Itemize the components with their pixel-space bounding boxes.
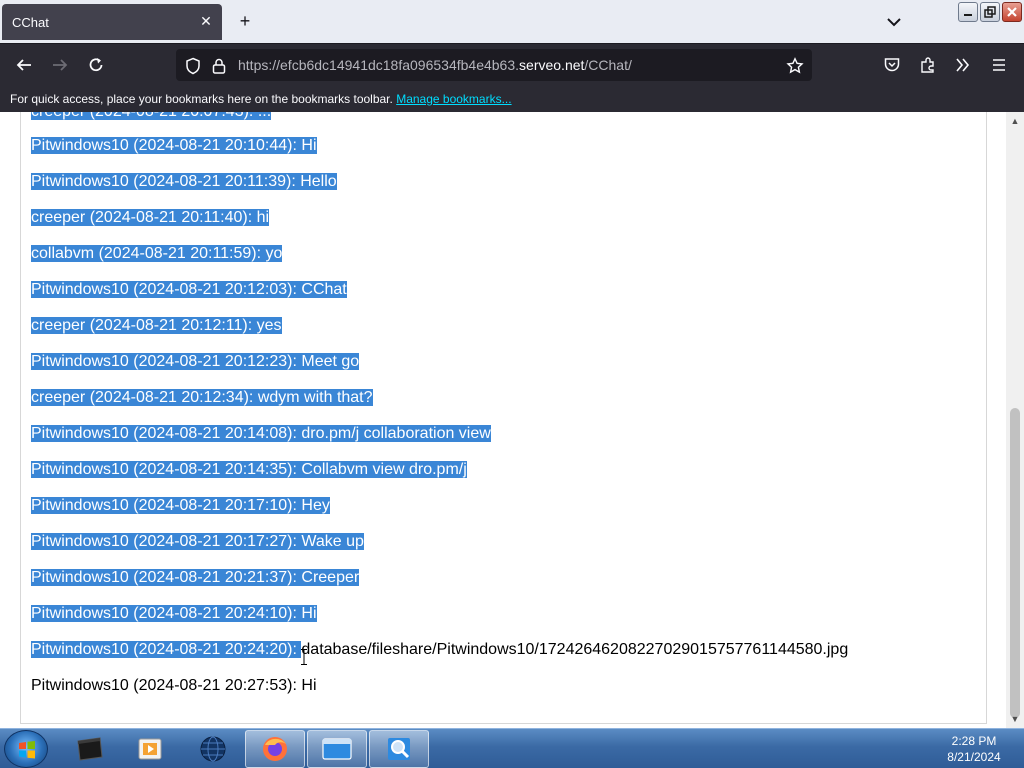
url-host: serveo.net [519, 57, 585, 73]
address-bar[interactable]: https://efcb6dc14941dc18fa096534fb4e4b63… [176, 49, 812, 81]
clock-date: 8/21/2024 [947, 750, 1001, 764]
chat-message-selected-text: Pitwindows10 (2024-08-21 20:10:44): Hi [31, 137, 317, 154]
chat-message: Pitwindows10 (2024-08-21 20:12:03): CCha… [31, 280, 347, 300]
chat-message-selected-text: Pitwindows10 (2024-08-21 20:12:03): CCha… [31, 281, 347, 298]
chat-message-selected-text: collabvm (2024-08-21 20:11:59): yo [31, 245, 283, 262]
scrollbar-thumb[interactable] [1010, 408, 1020, 718]
chat-message-selected-text: Pitwindows10 (2024-08-21 20:12:23): Meet… [31, 353, 360, 370]
close-window-icon[interactable] [1002, 2, 1022, 22]
chat-message-selected-text: Pitwindows10 (2024-08-21 20:14:08): dro.… [31, 425, 491, 442]
chat-message: Pitwindows10 (2024-08-21 20:27:53): Hi [31, 676, 317, 696]
chat-message-text: database/fileshare/Pitwindows10/17242646… [301, 641, 849, 658]
navigation-toolbar: https://efcb6dc14941dc18fa096534fb4e4b63… [0, 44, 1024, 86]
chat-message-selected-text: Pitwindows10 (2024-08-21 20:24:10): Hi [31, 605, 317, 622]
chat-message: Pitwindows10 (2024-08-21 20:14:35): Coll… [31, 460, 467, 480]
chat-message: Pitwindows10 (2024-08-21 20:24:10): Hi [31, 604, 317, 624]
lock-icon[interactable] [210, 57, 228, 75]
chat-message: Pitwindows10 (2024-08-21 20:17:27): Wake… [31, 532, 364, 552]
chat-message-selected-text: creeper (2024-08-21 20:12:11): yes [31, 317, 282, 334]
chat-message-selected-text: Pitwindows10 (2024-08-21 20:24:20): [31, 641, 302, 658]
terminal-icon[interactable] [60, 730, 120, 768]
scroll-down-arrow-icon[interactable]: ▼ [1010, 714, 1020, 724]
search-magnifier-icon[interactable] [369, 730, 429, 768]
minimize-icon[interactable] [958, 2, 978, 22]
chat-message-selected-text: Pitwindows10 (2024-08-21 20:17:10): Hey [31, 497, 330, 514]
chat-message: Pitwindows10 (2024-08-21 20:10:44): Hi [31, 136, 317, 156]
chat-message-partial: creeper (2024-08-21 20:07:43): ... [31, 112, 272, 122]
chat-message-text: Pitwindows10 (2024-08-21 20:27:53): Hi [31, 677, 317, 694]
chat-message: Pitwindows10 (2024-08-21 20:14:08): dro.… [31, 424, 491, 444]
tab-cchat[interactable]: CChat ✕ [2, 4, 222, 40]
taskbar: ▲ 2:28 PM 8/21/2024 [0, 728, 1024, 768]
clock-time: 2:28 PM [951, 734, 997, 748]
overflow-chevrons-icon[interactable] [952, 54, 974, 76]
window-icon[interactable] [307, 730, 367, 768]
chat-message: collabvm (2024-08-21 20:11:59): yo [31, 244, 283, 264]
chat-message-selected-text: Pitwindows10 (2024-08-21 20:21:37): Cree… [31, 569, 360, 586]
chat-frame [20, 112, 987, 724]
tracking-protection-shield-icon[interactable] [184, 57, 202, 75]
chat-message: Pitwindows10 (2024-08-21 20:24:20): data… [31, 640, 848, 660]
tab-strip: CChat ✕ + [0, 0, 1024, 44]
page-scrollbar[interactable]: ▲ ▼ [1006, 112, 1024, 728]
firefox-icon[interactable] [245, 730, 305, 768]
text-cursor-icon [301, 649, 307, 665]
globe-icon[interactable] [183, 730, 243, 768]
manage-bookmarks-link[interactable]: Manage bookmarks... [396, 92, 511, 106]
chat-message-selected-text: Pitwindows10 (2024-08-21 20:17:27): Wake… [31, 533, 364, 550]
media-player-icon[interactable] [120, 730, 180, 768]
pocket-icon[interactable] [881, 54, 903, 76]
chat-message: Pitwindows10 (2024-08-21 20:11:39): Hell… [31, 172, 337, 192]
chat-message-selected-text: Pitwindows10 (2024-08-21 20:14:35): Coll… [31, 461, 467, 478]
chat-message: Pitwindows10 (2024-08-21 20:21:37): Cree… [31, 568, 360, 588]
list-all-tabs-icon[interactable] [884, 13, 904, 31]
chat-message-selected-text: creeper (2024-08-21 20:12:34): wdym with… [31, 389, 373, 406]
url-path: /CChat/ [584, 57, 632, 73]
bookmarks-toolbar: For quick access, place your bookmarks h… [0, 86, 1024, 112]
extensions-icon[interactable] [917, 54, 939, 76]
bookmark-star-icon[interactable] [786, 57, 804, 75]
close-tab-icon[interactable]: ✕ [198, 13, 214, 29]
start-button-windows-icon[interactable] [4, 730, 48, 768]
taskbar-clock[interactable]: 2:28 PM 8/21/2024 [936, 733, 1012, 765]
restore-icon[interactable] [980, 2, 1000, 22]
bookmarks-hint: For quick access, place your bookmarks h… [10, 92, 393, 106]
reload-icon[interactable] [85, 54, 107, 76]
chat-message: creeper (2024-08-21 20:12:34): wdym with… [31, 388, 373, 408]
url-text[interactable]: https://efcb6dc14941dc18fa096534fb4e4b63… [238, 57, 632, 73]
chat-message: Pitwindows10 (2024-08-21 20:17:10): Hey [31, 496, 330, 516]
tab-title: CChat [12, 14, 49, 30]
forward-arrow-icon[interactable] [49, 54, 71, 76]
window-controls [958, 2, 1022, 22]
chat-message-selected-text: creeper (2024-08-21 20:11:40): hi [31, 209, 270, 226]
url-prefix: https://efcb6dc14941dc18fa096534fb4e4b63… [238, 57, 520, 73]
chat-message: creeper (2024-08-21 20:12:11): yes [31, 316, 282, 336]
screen: CChat ✕ + https://efcb6dc14941dc18fa0965… [0, 0, 1024, 768]
new-tab-icon[interactable]: + [236, 12, 254, 30]
scroll-up-arrow-icon[interactable]: ▲ [1010, 116, 1020, 126]
page-content: creeper (2024-08-21 20:07:43): ... Pitwi… [0, 112, 1006, 728]
hamburger-menu-icon[interactable] [988, 54, 1010, 76]
chat-message: Pitwindows10 (2024-08-21 20:12:23): Meet… [31, 352, 360, 372]
back-arrow-icon[interactable] [13, 54, 35, 76]
chat-message: creeper (2024-08-21 20:11:40): hi [31, 208, 270, 228]
chat-message-selected-text: Pitwindows10 (2024-08-21 20:11:39): Hell… [31, 173, 337, 190]
